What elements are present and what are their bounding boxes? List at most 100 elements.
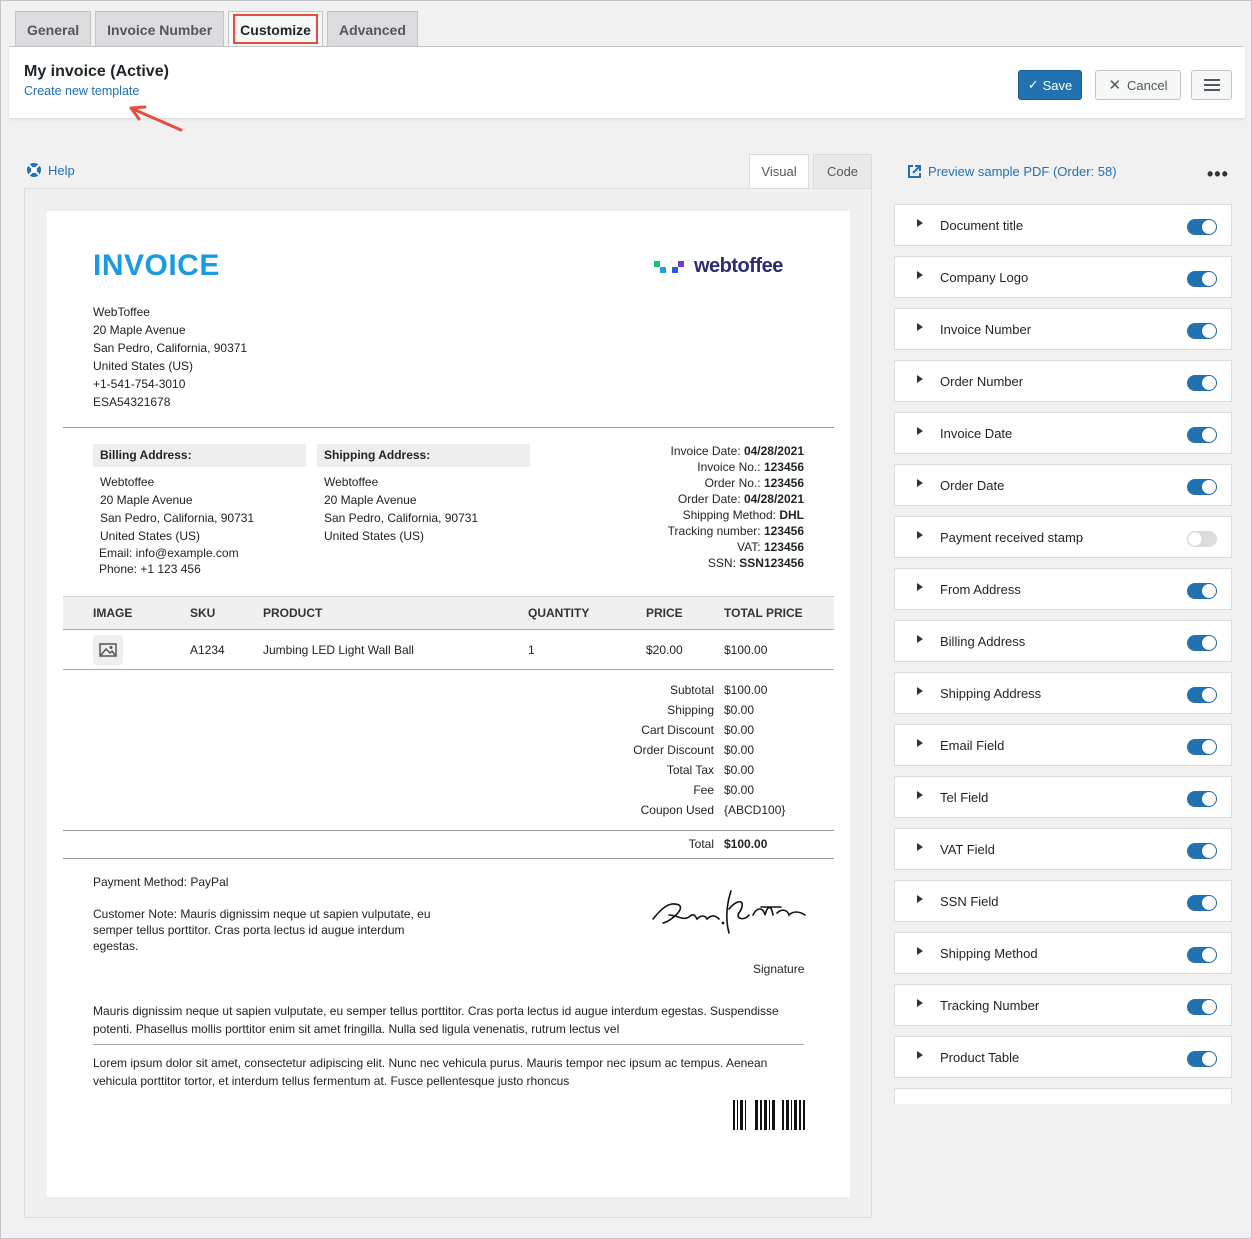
col-quantity: QUANTITY <box>528 606 590 620</box>
col-price: PRICE <box>646 606 683 620</box>
cell-price: $20.00 <box>646 643 683 657</box>
panel-item-order-date[interactable]: Order Date <box>894 464 1232 506</box>
customize-panel: Document title Company Logo Invoice Numb… <box>894 204 1232 1104</box>
meta-row: SSN: SSN123456 <box>707 556 804 570</box>
more-options-icon[interactable]: ••• <box>1207 164 1229 185</box>
panel-item-invoice-number[interactable]: Invoice Number <box>894 308 1232 350</box>
menu-button[interactable] <box>1191 70 1232 100</box>
panel-item-vat-field[interactable]: VAT Field <box>894 828 1232 870</box>
billing-contact: Email: info@example.com Phone: +1 123 45… <box>99 545 239 577</box>
panel-item-payment-received-stamp[interactable]: Payment received stamp <box>894 516 1232 558</box>
billing-email: Email: info@example.com <box>99 546 239 560</box>
caret-right-icon <box>917 271 923 279</box>
toggle-switch[interactable] <box>1187 895 1217 911</box>
panel-item-partial[interactable] <box>894 1088 1232 1104</box>
help-link[interactable]: Help <box>26 162 75 178</box>
panel-item-order-number[interactable]: Order Number <box>894 360 1232 402</box>
panel-item-label: From Address <box>940 582 1021 597</box>
total-value: $0.00 <box>724 743 755 757</box>
preview-pdf-label: Preview sample PDF (Order: 58) <box>928 164 1117 179</box>
panel-item-document-title[interactable]: Document title <box>894 204 1232 246</box>
help-label: Help <box>48 162 75 178</box>
caret-right-icon <box>917 635 923 643</box>
panel-item-invoice-date[interactable]: Invoice Date <box>894 412 1232 454</box>
total-value: $0.00 <box>724 723 755 737</box>
caret-right-icon <box>917 999 923 1007</box>
panel-item-company-logo[interactable]: Company Logo <box>894 256 1232 298</box>
signature-label: Signature <box>753 962 805 976</box>
toggle-switch[interactable] <box>1187 375 1217 391</box>
panel-item-label: Company Logo <box>940 270 1029 285</box>
save-button[interactable]: ✓ Save <box>1018 70 1082 100</box>
caret-right-icon <box>917 531 923 539</box>
tab-customize[interactable]: Customize <box>228 11 323 47</box>
toggle-switch[interactable] <box>1187 635 1217 651</box>
shipping-line: San Pedro, California, 90731 <box>324 511 479 525</box>
toggle-switch[interactable] <box>1187 583 1217 599</box>
webtoffee-logo-icon <box>654 260 684 273</box>
from-line: United States (US) <box>93 359 194 373</box>
preview-pdf-link[interactable]: Preview sample PDF (Order: 58) <box>907 164 1117 179</box>
panel-item-tel-field[interactable]: Tel Field <box>894 776 1232 818</box>
settings-tabs: General Invoice Number Customize Advance… <box>15 11 418 47</box>
panel-item-billing-address[interactable]: Billing Address <box>894 620 1232 662</box>
caret-right-icon <box>917 427 923 435</box>
panel-item-label: SSN Field <box>940 894 999 909</box>
toggle-switch[interactable] <box>1187 791 1217 807</box>
col-sku: SKU <box>190 606 216 620</box>
toggle-switch[interactable] <box>1187 1051 1217 1067</box>
panel-item-shipping-method[interactable]: Shipping Method <box>894 932 1232 974</box>
annotation-arrow-icon <box>129 105 183 132</box>
panel-item-email-field[interactable]: Email Field <box>894 724 1232 766</box>
template-title: My invoice (Active) <box>24 63 169 80</box>
toggle-switch[interactable] <box>1187 843 1217 859</box>
shipping-line: United States (US) <box>324 529 425 543</box>
billing-line: San Pedro, California, 90731 <box>100 511 255 525</box>
tab-general[interactable]: General <box>15 11 92 47</box>
divider <box>63 858 834 859</box>
panel-item-from-address[interactable]: From Address <box>894 568 1232 610</box>
create-template-link[interactable]: Create new template <box>24 84 139 98</box>
panel-item-shipping-address[interactable]: Shipping Address <box>894 672 1232 714</box>
tab-code[interactable]: Code <box>813 154 872 188</box>
billing-phone: Phone: +1 123 456 <box>99 562 201 576</box>
panel-item-label: Payment received stamp <box>940 530 1084 545</box>
toggle-switch[interactable] <box>1187 739 1217 755</box>
toggle-switch[interactable] <box>1187 531 1217 547</box>
shipping-address-heading: Shipping Address: <box>317 444 530 467</box>
panel-item-ssn-field[interactable]: SSN Field <box>894 880 1232 922</box>
caret-right-icon <box>917 375 923 383</box>
toggle-switch[interactable] <box>1187 687 1217 703</box>
toggle-switch[interactable] <box>1187 427 1217 443</box>
total-value: $0.00 <box>724 703 755 717</box>
panel-item-product-table[interactable]: Product Table <box>894 1036 1232 1078</box>
toggle-switch[interactable] <box>1187 271 1217 287</box>
cancel-button[interactable]: ✕ Cancel <box>1095 70 1181 100</box>
toggle-switch[interactable] <box>1187 479 1217 495</box>
footer-text-2: Lorem ipsum dolor sit amet, consectetur … <box>93 1056 768 1088</box>
cell-product: Jumbing LED Light Wall Ball <box>263 643 414 657</box>
toggle-switch[interactable] <box>1187 999 1217 1015</box>
panel-item-label: Order Date <box>940 478 1005 493</box>
tab-advanced[interactable]: Advanced <box>326 11 418 47</box>
from-line: 20 Maple Avenue <box>93 323 186 337</box>
toggle-switch[interactable] <box>1187 947 1217 963</box>
tab-invoice-number[interactable]: Invoice Number <box>95 11 225 47</box>
meta-row: Order Date: 04/28/2021 <box>677 492 804 506</box>
total-label: Total Tax <box>666 763 714 777</box>
toggle-switch[interactable] <box>1187 219 1217 235</box>
cancel-label: Cancel <box>1127 77 1168 93</box>
caret-right-icon <box>917 947 923 955</box>
caret-right-icon <box>917 895 923 903</box>
tab-visual[interactable]: Visual <box>749 154 809 188</box>
template-header: My invoice (Active) Create new template … <box>9 47 1245 132</box>
from-line: ESA54321678 <box>93 395 171 409</box>
meta-row: Shipping Method: DHL <box>682 508 804 522</box>
external-link-icon <box>908 165 921 178</box>
panel-item-tracking-number[interactable]: Tracking Number <box>894 984 1232 1026</box>
toggle-switch[interactable] <box>1187 323 1217 339</box>
invoice-preview-area: INVOICE webtoffee WebToffee 20 Maple Ave… <box>24 188 872 1218</box>
caret-right-icon <box>917 1051 923 1059</box>
total-label: Cart Discount <box>641 723 714 737</box>
from-address: WebToffee 20 Maple Avenue San Pedro, Cal… <box>93 303 247 411</box>
